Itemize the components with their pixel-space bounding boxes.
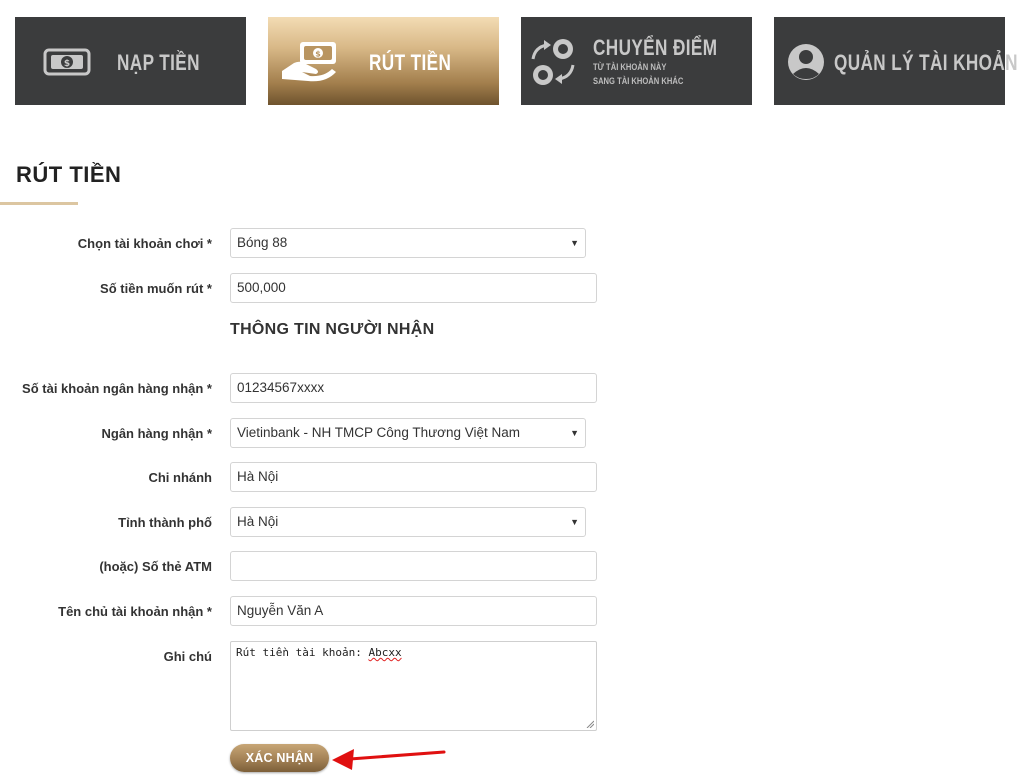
tab-label: CHUYỂN ĐIỂM — [593, 35, 718, 60]
holder-value: Nguyễn Văn A — [237, 603, 324, 618]
caret-down-icon: ▼ — [570, 517, 579, 527]
holder-input[interactable]: Nguyễn Văn A — [230, 596, 597, 626]
bank-select-value: Vietinbank - NH TMCP Công Thương Việt Na… — [237, 425, 521, 440]
tab-sublabel: SANG TÀI KHOẢN KHÁC — [593, 76, 684, 87]
note-textarea[interactable]: Rút tiền tài khoản: Abcxx — [230, 641, 597, 731]
atm-label: (hoặc) Số thẻ ATM — [99, 559, 212, 574]
branch-label: Chi nhánh — [148, 470, 212, 485]
account-label: Chọn tài khoản chơi * — [77, 236, 212, 251]
bank-account-input[interactable]: 01234567xxxx — [230, 373, 597, 403]
bank-account-label: Số tài khoản ngân hàng nhận * — [22, 381, 212, 396]
tab-quan-ly-tai-khoan[interactable]: QUẢN LÝ TÀI KHOẢN — [774, 17, 1018, 105]
account-select-value: Bóng 88 — [237, 235, 288, 250]
chip-transfer-icon — [531, 39, 575, 85]
bank-select[interactable]: Vietinbank - NH TMCP Công Thương Việt Na… — [230, 418, 586, 448]
svg-text:$: $ — [315, 50, 321, 59]
note-text-misspelled: Abcxx — [368, 646, 402, 659]
hand-cash-icon: $ — [282, 42, 336, 82]
title-underline — [0, 202, 78, 205]
province-select[interactable]: Hà Nội ▼ — [230, 507, 586, 537]
branch-input[interactable]: Hà Nội — [230, 462, 597, 492]
red-arrow-annotation-icon — [332, 749, 446, 770]
user-circle-icon — [788, 44, 824, 80]
recipient-heading: THÔNG TIN NGƯỜI NHẬN — [230, 321, 435, 338]
page-title: RÚT TIỀN — [16, 162, 122, 187]
tab-chuyen-diem[interactable]: CHUYỂN ĐIỂM TỪ TÀI KHOẢN NÀY SANG TÀI KH… — [521, 17, 752, 105]
tab-nap-tien[interactable]: $ NẠP TIỀN — [15, 17, 246, 105]
account-select[interactable]: Bóng 88 ▼ — [230, 228, 586, 258]
amount-input-value: 500,000 — [237, 280, 286, 295]
note-text: Rút tiền tài khoản: — [236, 646, 369, 659]
tab-rut-tien[interactable]: $ RÚT TIỀN — [268, 17, 499, 105]
resize-handle-icon[interactable] — [586, 720, 594, 728]
amount-input[interactable]: 500,000 — [230, 273, 597, 303]
caret-down-icon: ▼ — [570, 428, 579, 438]
branch-value: Hà Nội — [237, 469, 279, 484]
holder-label: Tên chủ tài khoản nhận * — [58, 604, 212, 619]
tab-label: QUẢN LÝ TÀI KHOẢN — [834, 50, 1018, 75]
tab-sublabel: TỪ TÀI KHOẢN NÀY — [593, 62, 667, 73]
svg-text:$: $ — [64, 59, 70, 69]
bank-account-value: 01234567xxxx — [237, 380, 325, 395]
tab-label: RÚT TIỀN — [369, 50, 452, 75]
caret-down-icon: ▼ — [570, 238, 579, 248]
atm-input[interactable] — [230, 551, 597, 581]
amount-label: Số tiền muốn rút * — [100, 281, 212, 296]
bank-label: Ngân hàng nhận * — [101, 426, 213, 441]
tab-label: NẠP TIỀN — [117, 50, 200, 75]
cash-icon: $ — [43, 48, 91, 76]
note-label: Ghi chú — [163, 649, 212, 664]
province-select-value: Hà Nội — [237, 514, 279, 529]
submit-button[interactable]: XÁC NHẬN — [230, 744, 329, 772]
province-label: Tỉnh thành phố — [118, 515, 212, 530]
